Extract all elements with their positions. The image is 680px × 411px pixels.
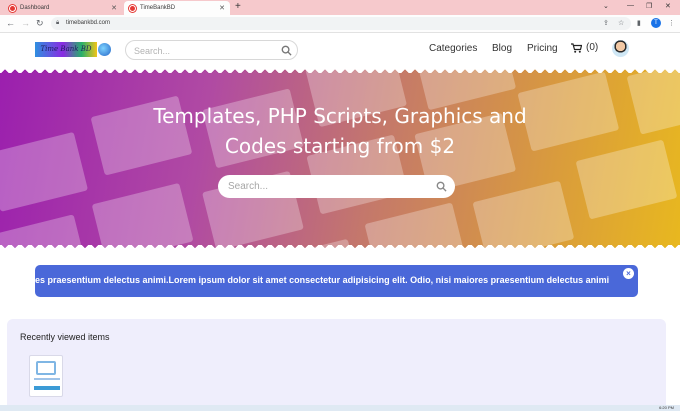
thumbnail-line [34,378,60,380]
site-header: Time Bank BD Categories Blog Pricing (0) [0,33,680,66]
reload-icon[interactable]: ↻ [36,18,44,29]
new-tab-icon[interactable]: + [235,1,241,12]
sidepanel-icon[interactable]: ▮ [637,19,641,27]
browser-toolbar: ← → ↻ 🔒︎ timebankbd.com ⇪ ☆ ▮ T ⋮ [0,15,680,33]
tab-title: TimeBankBD [140,5,176,11]
profile-avatar[interactable]: T [651,18,661,28]
hero-search [218,175,455,198]
close-icon[interactable]: ✕ [219,4,225,12]
star-icon[interactable]: ☆ [618,19,624,27]
favicon-icon [9,4,16,12]
hero-title: Templates, PHP Scripts, Graphics and Cod… [153,104,527,158]
back-icon[interactable]: ← [6,18,15,28]
hero-zigzag-top [0,66,680,73]
header-search-input[interactable] [134,44,274,57]
share-icon[interactable]: ⇪ [603,19,609,27]
notice-banner: es praesentium delectus animi.Lorem ipsu… [35,265,638,297]
hero-section: Templates, PHP Scripts, Graphics and Cod… [0,66,680,252]
nav-blog[interactable]: Blog [492,43,512,54]
menu-icon[interactable]: ⋮ [668,19,675,27]
banner-marquee-text: es praesentium delectus animi.Lorem ipsu… [35,275,610,285]
recent-item-thumbnail[interactable] [29,355,63,397]
search-icon[interactable] [436,181,447,192]
browser-tabstrip: Dashboard ✕ TimeBankBD ✕ + ⌄ — ❐ ✕ [0,0,680,15]
user-avatar[interactable] [612,40,629,57]
header-search [125,40,298,60]
tab-dashboard[interactable]: Dashboard ✕ [4,1,122,15]
restore-icon[interactable]: ❐ [646,2,652,10]
nav-pricing[interactable]: Pricing [527,43,558,54]
cart-count: (0) [586,42,599,53]
thumbnail-bar [34,386,60,390]
thumbnail-graphic [36,361,56,375]
tab-search-icon[interactable]: ⌄ [603,2,609,10]
address-bar[interactable]: 🔒︎ timebankbd.com [51,17,631,30]
os-taskbar: 6:20 PM [0,405,680,411]
close-window-icon[interactable]: ✕ [665,2,671,10]
url-text: timebankbd.com [66,20,111,26]
cart-button[interactable]: (0) [571,42,598,53]
hero-zigzag-bottom [0,245,680,252]
close-icon[interactable]: × [623,268,634,279]
tab-title: Dashboard [20,5,50,11]
recently-viewed-section: Recently viewed items [7,319,666,411]
favicon-icon [129,4,136,12]
site-logo[interactable]: Time Bank BD [35,42,113,57]
cart-icon [571,42,582,53]
globe-icon [98,43,111,56]
section-title: Recently viewed items [20,332,110,342]
hero-search-input[interactable] [228,179,428,194]
nav-categories[interactable]: Categories [429,43,477,54]
logo-wordmark: Time Bank BD [35,42,97,57]
taskbar-clock: 6:20 PM [659,405,674,410]
lock-icon: 🔒︎ [56,20,60,26]
close-icon[interactable]: ✕ [111,4,117,12]
search-icon[interactable] [281,45,292,56]
forward-icon[interactable]: → [21,18,30,28]
minimize-icon[interactable]: — [627,2,634,9]
tab-timebankbd[interactable]: TimeBankBD ✕ [124,1,230,15]
